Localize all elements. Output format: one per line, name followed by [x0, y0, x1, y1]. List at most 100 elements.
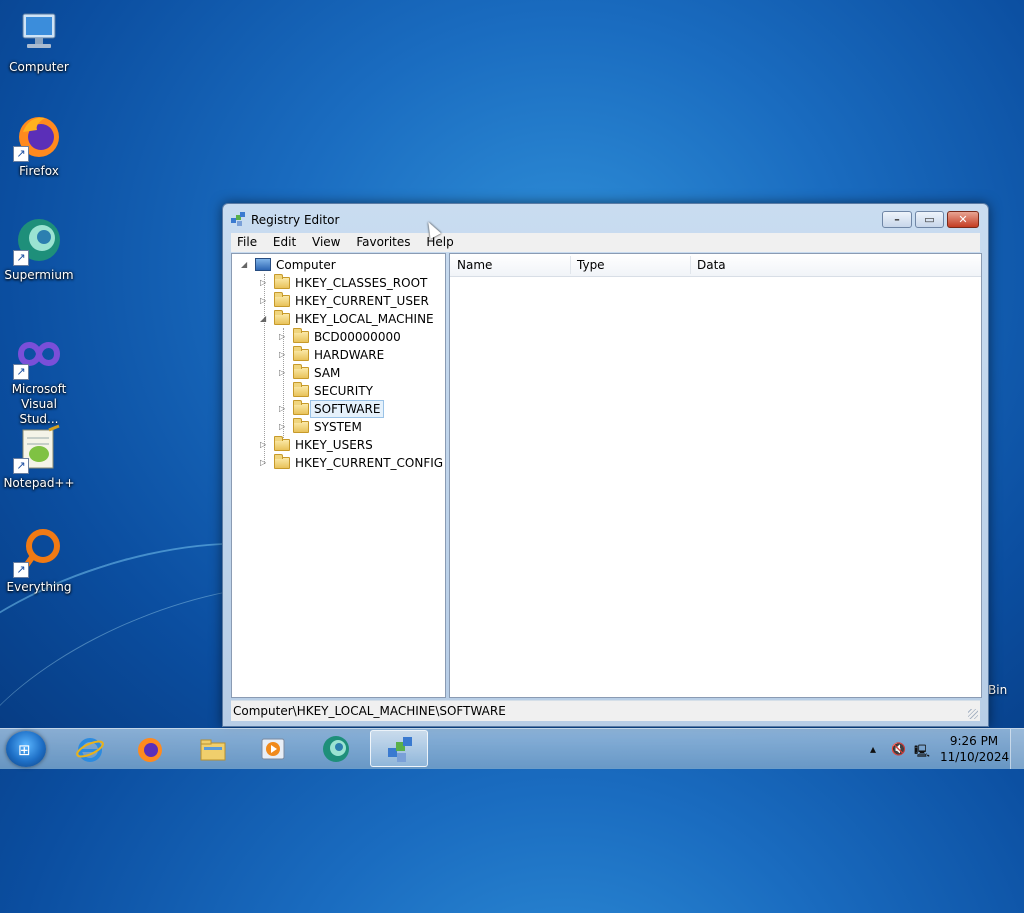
- tree-item-label: HKEY_USERS: [295, 438, 373, 452]
- column-header-type[interactable]: Type: [577, 254, 687, 276]
- desktop-icon-visual-studio[interactable]: ↗ Microsoft Visual Stud...: [0, 330, 78, 427]
- tree-item-label: HARDWARE: [314, 348, 385, 362]
- window-title: Registry Editor: [251, 213, 340, 227]
- resize-grip[interactable]: [968, 709, 978, 719]
- shortcut-arrow-icon: ↗: [13, 562, 29, 578]
- clock[interactable]: 9:26 PM 11/10/2024: [940, 733, 1010, 765]
- visual-studio-icon: ↗: [13, 330, 63, 380]
- tree-item-label: SECURITY: [314, 384, 373, 398]
- supermium-icon: [322, 735, 350, 763]
- tree-item-security[interactable]: SECURITY: [232, 382, 442, 400]
- tree-item-label: Computer: [276, 258, 336, 272]
- registry-tree[interactable]: ◢ Computer ▷ HKEY_CLASSES_ROOT ▷ HKEY_CU…: [231, 253, 446, 698]
- show-desktop-button[interactable]: [1010, 729, 1024, 769]
- folder-icon: [293, 400, 309, 415]
- taskbar-app-ie[interactable]: [61, 730, 119, 767]
- desktop-icon-computer[interactable]: Computer: [0, 8, 78, 75]
- tree-item-hkey-local-machine[interactable]: ◢ HKEY_LOCAL_MACHINE: [232, 310, 442, 328]
- explorer-icon: [199, 735, 227, 763]
- menu-bar: File Edit View Favorites Help: [231, 233, 980, 252]
- windows-logo-icon: ⊞: [18, 741, 31, 759]
- collapse-arrow-icon: ◢: [241, 260, 248, 269]
- menu-edit[interactable]: Edit: [267, 233, 302, 249]
- tree-item-label: HKEY_CURRENT_USER: [295, 294, 429, 308]
- regedit-icon: [231, 212, 246, 226]
- tree-item-hkey-current-user[interactable]: ▷ HKEY_CURRENT_USER: [232, 292, 442, 310]
- firefox-icon: ↗: [13, 112, 63, 162]
- notepadpp-icon: ↗: [13, 424, 63, 474]
- tree-item-hardware[interactable]: ▷ HARDWARE: [232, 346, 442, 364]
- start-button[interactable]: ⊞: [6, 731, 46, 767]
- taskbar-app-explorer[interactable]: [184, 730, 242, 767]
- tree-item-sam[interactable]: ▷ SAM: [232, 364, 442, 382]
- taskbar-app-regedit[interactable]: [370, 730, 428, 767]
- status-bar: Computer\HKEY_LOCAL_MACHINE\SOFTWARE: [231, 700, 980, 721]
- menu-help[interactable]: Help: [420, 233, 459, 249]
- desktop-icon-firefox[interactable]: ↗ Firefox: [0, 112, 78, 179]
- desktop-icon-label: Notepad++: [3, 476, 75, 490]
- tree-item-label: SYSTEM: [314, 420, 362, 434]
- column-separator[interactable]: [690, 256, 691, 274]
- volume-muted-icon[interactable]: 🔇: [891, 742, 906, 756]
- expand-arrow-icon[interactable]: ▷: [260, 436, 269, 454]
- everything-icon: ↗: [13, 528, 63, 578]
- ie-icon: [76, 735, 104, 763]
- tree-item-hkey-users[interactable]: ▷ HKEY_USERS: [232, 436, 442, 454]
- expand-arrow-icon[interactable]: ▷: [260, 454, 269, 472]
- registry-editor-window: Registry Editor – ▭ ✕ File Edit View Fav…: [222, 203, 989, 727]
- minimize-button[interactable]: –: [882, 211, 912, 228]
- menu-view[interactable]: View: [306, 233, 346, 249]
- column-separator[interactable]: [570, 256, 571, 274]
- tree-item-software[interactable]: ▷ SOFTWARE: [232, 400, 442, 418]
- network-icon[interactable]: 🖳: [914, 742, 930, 763]
- close-button[interactable]: ✕: [947, 211, 979, 228]
- clock-time: 9:26 PM: [949, 734, 999, 748]
- taskbar-app-supermium[interactable]: [307, 730, 365, 767]
- folder-icon: [274, 436, 290, 451]
- tree-item-label: BCD00000000: [314, 330, 401, 344]
- expand-arrow-icon[interactable]: ▷: [279, 328, 288, 346]
- folder-icon: [293, 418, 309, 433]
- column-header-name[interactable]: Name: [457, 254, 567, 276]
- tree-item-hkey-current-config[interactable]: ▷ HKEY_CURRENT_CONFIG: [232, 454, 443, 472]
- desktop-icon-everything[interactable]: ↗ Everything: [0, 528, 78, 595]
- desktop-icon-label: Firefox: [19, 164, 59, 178]
- folder-icon: [274, 274, 290, 289]
- regedit-icon: [386, 736, 414, 764]
- desktop-icon-supermium[interactable]: ↗ Supermium: [0, 216, 78, 283]
- folder-icon: [293, 346, 309, 361]
- tree-item-label: HKEY_CURRENT_CONFIG: [295, 456, 444, 470]
- tree-item-hkey-classes-root[interactable]: ▷ HKEY_CLASSES_ROOT: [232, 274, 442, 292]
- collapse-arrow-icon[interactable]: ◢: [260, 310, 269, 328]
- taskbar-app-firefox[interactable]: [121, 730, 179, 767]
- computer-icon: [255, 258, 271, 271]
- menu-favorites[interactable]: Favorites: [350, 233, 416, 249]
- maximize-button[interactable]: ▭: [915, 211, 944, 228]
- tree-item-system[interactable]: ▷ SYSTEM: [232, 418, 442, 436]
- recycle-bin-label[interactable]: Bin: [988, 683, 1007, 697]
- expand-arrow-icon[interactable]: ▷: [260, 292, 269, 310]
- expand-arrow-icon[interactable]: ▷: [279, 418, 288, 436]
- clock-date: 11/10/2024: [940, 750, 1010, 764]
- tree-item-computer[interactable]: ◢ Computer: [232, 256, 442, 274]
- tree-item-bcd[interactable]: ▷ BCD00000000: [232, 328, 442, 346]
- shortcut-arrow-icon: ↗: [13, 146, 29, 162]
- shortcut-arrow-icon: ↗: [13, 250, 29, 266]
- column-header-data[interactable]: Data: [697, 254, 807, 276]
- folder-icon: [293, 382, 309, 397]
- expand-arrow-icon[interactable]: ▷: [279, 346, 288, 364]
- folder-icon: [293, 364, 309, 379]
- computer-icon: [15, 8, 63, 56]
- show-hidden-icons-arrow-icon[interactable]: ▴: [870, 742, 876, 756]
- expand-arrow-icon[interactable]: ▷: [260, 274, 269, 292]
- title-bar[interactable]: Registry Editor – ▭ ✕: [223, 204, 988, 232]
- taskbar: ⊞ ▴ 🔇 🖳 9:26 PM 11/10/2024: [0, 728, 1024, 769]
- folder-icon: [293, 328, 309, 343]
- taskbar-app-media-player[interactable]: [244, 730, 302, 767]
- expand-arrow-icon[interactable]: ▷: [279, 400, 288, 418]
- desktop-icon-notepadpp[interactable]: ↗ Notepad++: [0, 424, 78, 491]
- values-list[interactable]: Name Type Data: [449, 253, 982, 698]
- tree-item-label: HKEY_LOCAL_MACHINE: [295, 312, 434, 326]
- menu-file[interactable]: File: [231, 233, 263, 249]
- expand-arrow-icon[interactable]: ▷: [279, 364, 288, 382]
